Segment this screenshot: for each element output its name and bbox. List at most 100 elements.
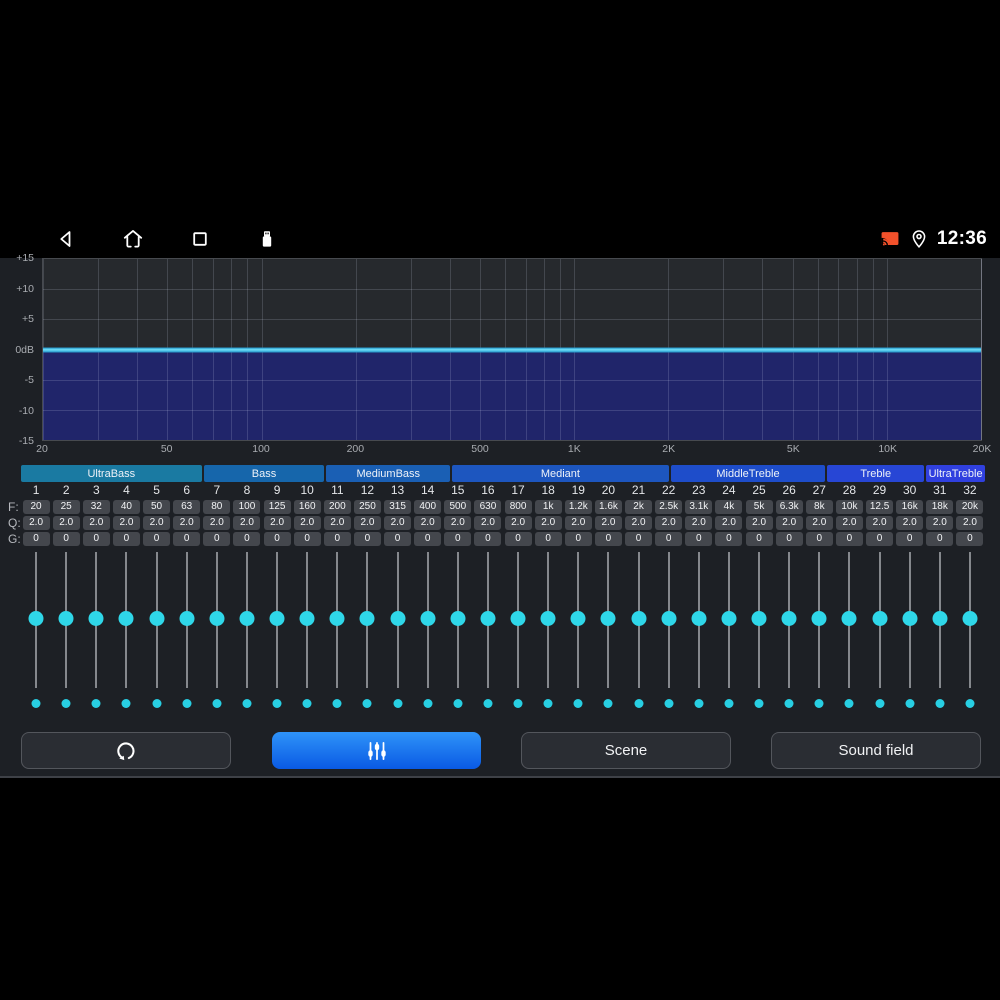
band-dot[interactable] — [724, 699, 734, 708]
slider-thumb[interactable] — [420, 611, 436, 626]
band-frequency-chip[interactable]: 1.2k — [564, 500, 592, 514]
band-q-chip[interactable]: 2.0 — [444, 516, 472, 530]
slider-thumb[interactable] — [329, 611, 345, 626]
slider-thumb[interactable] — [721, 611, 737, 626]
band-gain-chip[interactable]: 0 — [203, 532, 231, 546]
band-q-chip[interactable]: 2.0 — [474, 516, 502, 530]
slider-thumb[interactable] — [872, 611, 888, 626]
band-frequency-chip[interactable]: 1k — [534, 500, 562, 514]
band-frequency-chip[interactable]: 12.5 — [866, 500, 894, 514]
gain-slider[interactable] — [202, 550, 232, 712]
band-gain-chip[interactable]: 0 — [233, 532, 261, 546]
band-gain-chip[interactable]: 0 — [112, 532, 140, 546]
band-gain-chip[interactable]: 0 — [22, 532, 50, 546]
band-gain-chip[interactable]: 0 — [805, 532, 833, 546]
band-q-chip[interactable]: 2.0 — [655, 516, 683, 530]
slider-thumb[interactable] — [570, 611, 586, 626]
band-frequency-chip[interactable]: 63 — [173, 500, 201, 514]
band-q-chip[interactable]: 2.0 — [775, 516, 803, 530]
band-dot[interactable] — [634, 699, 644, 708]
band-gain-chip[interactable]: 0 — [82, 532, 110, 546]
band-gain-chip[interactable]: 0 — [353, 532, 381, 546]
band-dot[interactable] — [814, 699, 824, 708]
scene-button[interactable]: Scene — [521, 732, 731, 769]
gain-slider[interactable] — [593, 550, 623, 712]
band-dot[interactable] — [182, 699, 192, 708]
band-q-chip[interactable]: 2.0 — [22, 516, 50, 530]
slider-thumb[interactable] — [902, 611, 918, 626]
band-q-chip[interactable]: 2.0 — [82, 516, 110, 530]
band-gain-chip[interactable]: 0 — [263, 532, 291, 546]
band-dot[interactable] — [573, 699, 583, 708]
band-q-chip[interactable]: 2.0 — [625, 516, 653, 530]
band-q-chip[interactable]: 2.0 — [384, 516, 412, 530]
band-q-chip[interactable]: 2.0 — [805, 516, 833, 530]
band-frequency-chip[interactable]: 1.6k — [594, 500, 622, 514]
slider-thumb[interactable] — [118, 611, 134, 626]
band-frequency-chip[interactable]: 800 — [504, 500, 532, 514]
band-frequency-chip[interactable]: 8k — [805, 500, 833, 514]
band-q-chip[interactable]: 2.0 — [173, 516, 201, 530]
gain-slider[interactable] — [503, 550, 533, 712]
band-frequency-chip[interactable]: 25 — [52, 500, 80, 514]
band-frequency-chip[interactable]: 100 — [233, 500, 261, 514]
band-frequency-chip[interactable]: 125 — [263, 500, 291, 514]
band-q-chip[interactable]: 2.0 — [52, 516, 80, 530]
band-gain-chip[interactable]: 0 — [625, 532, 653, 546]
slider-thumb[interactable] — [239, 611, 255, 626]
gain-slider[interactable] — [563, 550, 593, 712]
band-q-chip[interactable]: 2.0 — [353, 516, 381, 530]
gain-slider[interactable] — [142, 550, 172, 712]
band-q-chip[interactable]: 2.0 — [414, 516, 442, 530]
band-frequency-chip[interactable]: 20 — [22, 500, 50, 514]
recents-button[interactable] — [188, 227, 212, 251]
gain-slider[interactable] — [895, 550, 925, 712]
gain-slider[interactable] — [111, 550, 141, 712]
gain-slider[interactable] — [473, 550, 503, 712]
gain-slider[interactable] — [774, 550, 804, 712]
band-frequency-chip[interactable]: 32 — [82, 500, 110, 514]
slider-thumb[interactable] — [28, 611, 44, 626]
gain-slider[interactable] — [172, 550, 202, 712]
band-gain-chip[interactable]: 0 — [926, 532, 954, 546]
band-gain-chip[interactable]: 0 — [685, 532, 713, 546]
band-gain-chip[interactable]: 0 — [594, 532, 622, 546]
band-q-chip[interactable]: 2.0 — [534, 516, 562, 530]
band-gain-chip[interactable]: 0 — [414, 532, 442, 546]
gain-slider[interactable] — [292, 550, 322, 712]
gain-slider[interactable] — [624, 550, 654, 712]
band-dot[interactable] — [212, 699, 222, 708]
band-frequency-chip[interactable]: 630 — [474, 500, 502, 514]
band-gain-chip[interactable]: 0 — [143, 532, 171, 546]
gain-slider[interactable] — [865, 550, 895, 712]
slider-thumb[interactable] — [480, 611, 496, 626]
band-dot[interactable] — [242, 699, 252, 708]
band-q-chip[interactable]: 2.0 — [112, 516, 140, 530]
band-dot[interactable] — [423, 699, 433, 708]
band-dot[interactable] — [694, 699, 704, 708]
band-gain-chip[interactable]: 0 — [52, 532, 80, 546]
band-q-chip[interactable]: 2.0 — [293, 516, 321, 530]
band-dot[interactable] — [543, 699, 553, 708]
band-frequency-chip[interactable]: 80 — [203, 500, 231, 514]
band-q-chip[interactable]: 2.0 — [896, 516, 924, 530]
slider-thumb[interactable] — [932, 611, 948, 626]
band-gain-chip[interactable]: 0 — [173, 532, 201, 546]
band-frequency-chip[interactable]: 6.3k — [775, 500, 803, 514]
band-gain-chip[interactable]: 0 — [323, 532, 351, 546]
band-dot[interactable] — [784, 699, 794, 708]
gain-slider[interactable] — [383, 550, 413, 712]
band-dot[interactable] — [121, 699, 131, 708]
band-dot[interactable] — [152, 699, 162, 708]
slider-thumb[interactable] — [781, 611, 797, 626]
band-gain-chip[interactable]: 0 — [956, 532, 984, 546]
band-gain-chip[interactable]: 0 — [715, 532, 743, 546]
band-frequency-chip[interactable]: 160 — [293, 500, 321, 514]
gain-slider[interactable] — [533, 550, 563, 712]
band-q-chip[interactable]: 2.0 — [685, 516, 713, 530]
band-dot[interactable] — [513, 699, 523, 708]
slider-thumb[interactable] — [811, 611, 827, 626]
band-dot[interactable] — [91, 699, 101, 708]
slider-thumb[interactable] — [540, 611, 556, 626]
gain-slider[interactable] — [21, 550, 51, 712]
